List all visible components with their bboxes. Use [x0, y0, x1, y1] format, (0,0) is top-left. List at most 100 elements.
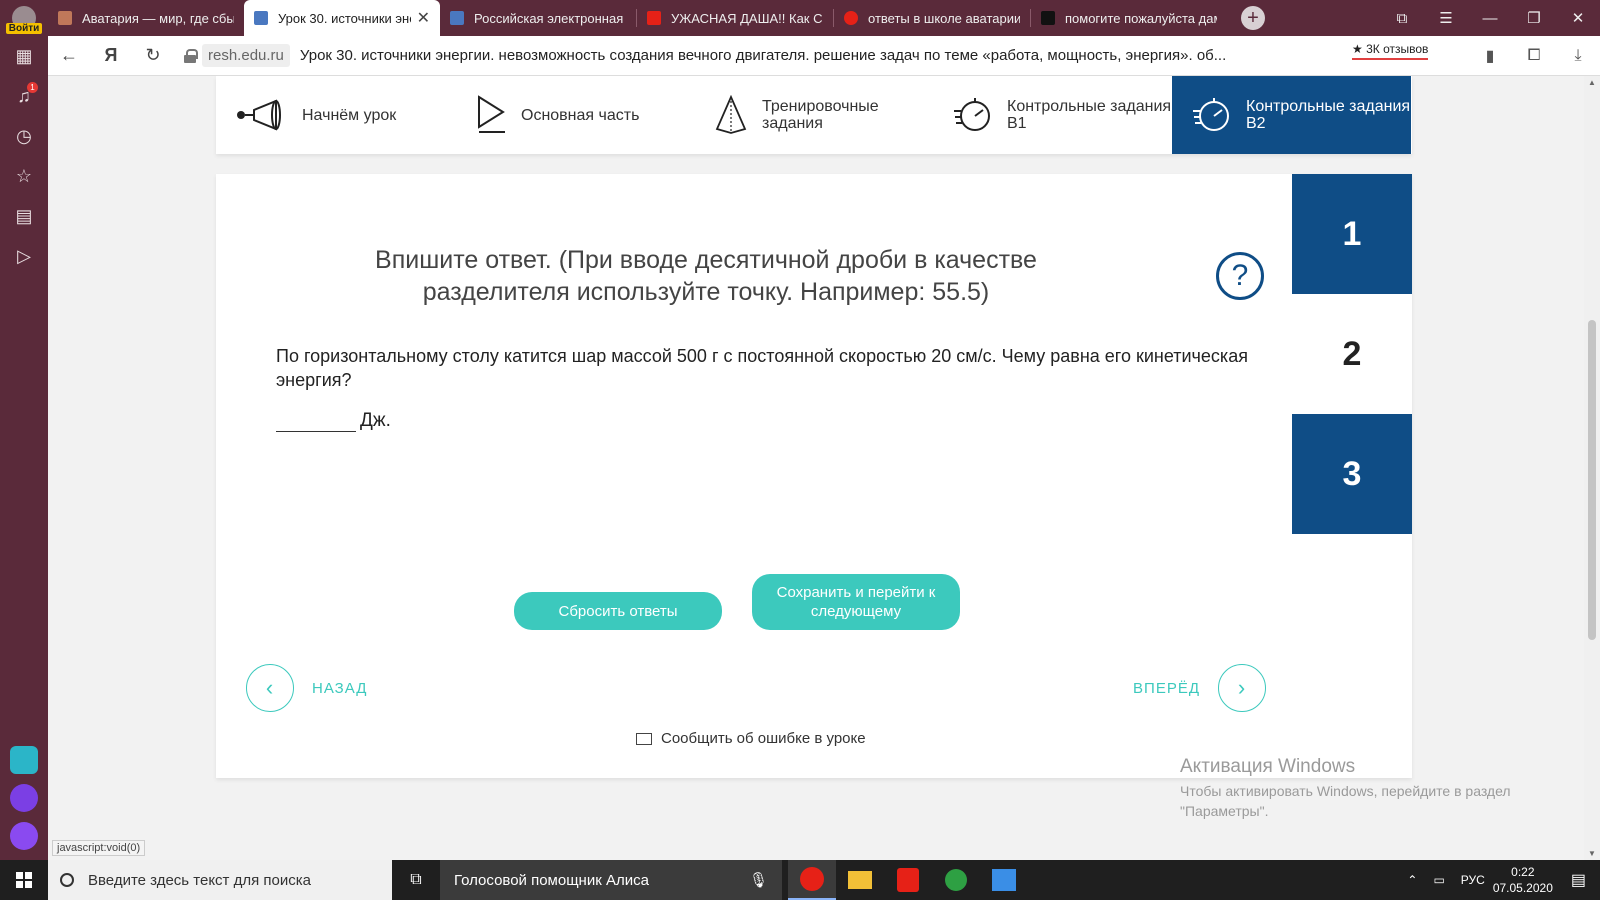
yandex-favicon-icon — [844, 11, 858, 25]
avatar-favicon-icon — [58, 11, 72, 25]
file-explorer-taskbar-icon[interactable] — [836, 860, 884, 900]
back-link[interactable]: ‹ НАЗАД — [246, 664, 367, 712]
page-content: Начнём урок Основная часть Тренировочные… — [48, 76, 1584, 860]
alice-label: Голосовой помощник Алиса — [454, 871, 649, 889]
status-url: javascript:void(0) — [52, 840, 146, 856]
photos-taskbar-icon[interactable] — [980, 860, 1028, 900]
back-label: НАЗАД — [312, 679, 368, 697]
stopwatch-icon — [1193, 98, 1229, 131]
reload-icon[interactable]: ↻ — [132, 45, 174, 66]
protect-icon[interactable]: ⧠ — [1512, 47, 1556, 65]
question-3-button[interactable]: 3 — [1292, 414, 1412, 534]
tab-resh[interactable]: Российская электронная ш — [440, 0, 636, 36]
microphone-icon[interactable]: 🎙 — [749, 871, 768, 889]
tab-yandex[interactable]: ответы в школе аватарии — [834, 0, 1030, 36]
forward-link[interactable]: ВПЕРЁД › — [1133, 664, 1266, 712]
help-icon[interactable]: ? — [1216, 252, 1264, 300]
nav-main-part[interactable]: Основная часть — [455, 76, 694, 154]
tab-label: Урок 30. источники эне — [278, 10, 411, 26]
start-button[interactable] — [0, 860, 48, 900]
scroll-down-icon[interactable]: ▼ — [1588, 849, 1596, 858]
save-next-button[interactable]: Сохранить и перейти к следующему — [752, 574, 960, 630]
report-error-link[interactable]: Сообщить об ошибке в уроке — [636, 730, 866, 747]
youtube-favicon-icon — [647, 11, 661, 25]
nav-control-b2[interactable]: Контрольные задания В2 — [1172, 76, 1411, 154]
system-clock[interactable]: 0:22 07.05.2020 — [1493, 864, 1553, 896]
messenger-app-icon[interactable] — [10, 746, 38, 774]
network-icon[interactable]: ▭ — [1433, 873, 1444, 887]
scrollbar-thumb[interactable] — [1588, 320, 1596, 640]
restore-icon[interactable]: ❐ — [1512, 9, 1556, 27]
collections-icon[interactable]: ▤ — [0, 196, 48, 236]
question-navigator: 1 2 3 — [1292, 174, 1412, 534]
lock-icon — [184, 48, 198, 63]
answer-input[interactable] — [276, 408, 356, 432]
alice-voice-assistant[interactable]: Голосовой помощник Алиса 🎙 — [440, 860, 782, 900]
yandex-taskbar-icon[interactable] — [884, 860, 932, 900]
nav-start-lesson[interactable]: Начнём урок — [216, 76, 455, 154]
browser-tab-bar: Войти Аватария — мир, где сбы Урок 30. и… — [0, 0, 1600, 36]
nav-label: Контрольные задания В2 — [1246, 98, 1411, 132]
task-view-icon[interactable]: ⧉ — [392, 860, 440, 900]
history-clock-icon[interactable]: ◷ — [0, 116, 48, 156]
search-placeholder: Введите здесь текст для поиска — [88, 871, 311, 889]
reviews-link[interactable]: ★ 3К отзывов — [1352, 42, 1429, 60]
znanija-favicon-icon — [1041, 11, 1055, 25]
minimize-icon[interactable]: — — [1468, 10, 1512, 27]
yandex-home-icon[interactable]: Я — [90, 45, 132, 66]
megaphone-icon — [237, 99, 281, 131]
close-tab-icon[interactable]: ✕ — [417, 8, 430, 28]
tab-lesson-active[interactable]: Урок 30. источники эне ✕ — [244, 0, 440, 36]
tab-youtube[interactable]: УЖАСНАЯ ДАША!! Как Со — [637, 0, 833, 36]
tab-avataria[interactable]: Аватария — мир, где сбы — [48, 0, 244, 36]
url-field[interactable]: resh.edu.ru Урок 30. источники энергии. … — [184, 44, 1226, 67]
activation-text: Чтобы активировать Windows, перейдите в … — [1180, 783, 1511, 819]
play-icon — [478, 95, 505, 133]
apps-grid-icon[interactable]: ▦ — [0, 36, 48, 76]
tab-label: Российская электронная ш — [474, 10, 626, 26]
clock-date: 07.05.2020 — [1492, 881, 1553, 895]
windows-activation-watermark: Активация Windows Чтобы активировать Win… — [1180, 756, 1540, 821]
clock-time: 0:22 — [1511, 865, 1535, 879]
nav-training-tasks[interactable]: Тренировочные задания — [694, 76, 933, 154]
task-card: Впишите ответ. (При вводе десятичной дро… — [216, 174, 1412, 778]
reset-answers-button[interactable]: Сбросить ответы — [514, 592, 722, 630]
assistant-app-icon[interactable] — [10, 822, 38, 850]
question-1-button[interactable]: 1 — [1292, 174, 1412, 294]
tab-label: помогите пожалуйста дам — [1065, 10, 1217, 26]
back-arrow-icon[interactable]: ← — [48, 45, 90, 66]
scroll-up-icon[interactable]: ▲ — [1588, 78, 1596, 87]
window-controls: ⧉ ☰ — ❐ ✕ — [1380, 0, 1600, 36]
new-tab-button[interactable]: + — [1241, 6, 1265, 30]
browser-sidebar: ▦ ♫ 1 ◷ ☆ ▤ ▷ — [0, 36, 48, 860]
search-icon — [60, 873, 74, 887]
answer-unit: Дж. — [360, 410, 391, 431]
tab-znanija[interactable]: помогите пожалуйста дам — [1031, 0, 1227, 36]
taskbar-search[interactable]: Введите здесь текст для поиска — [48, 860, 392, 900]
alice-app-icon[interactable] — [10, 784, 38, 812]
nav-control-b1[interactable]: Контрольные задания В1 — [933, 76, 1172, 154]
profile-button[interactable]: Войти — [0, 0, 48, 36]
page-scrollbar[interactable]: ▲ ▼ — [1584, 76, 1600, 860]
close-window-icon[interactable]: ✕ — [1556, 9, 1600, 27]
tray-chevron-up-icon[interactable]: ⌃ — [1407, 873, 1417, 887]
bookmarks-panel-icon[interactable]: ⧉ — [1380, 10, 1424, 27]
media-play-icon[interactable]: ▷ — [0, 236, 48, 276]
question-text: По горизонтальному столу катится шар мас… — [276, 346, 1248, 390]
bookmark-icon[interactable]: ▮ — [1468, 46, 1512, 66]
language-indicator[interactable]: РУС — [1461, 873, 1485, 887]
forward-label: ВПЕРЁД — [1133, 679, 1200, 697]
notifications-center-icon[interactable]: ▤ — [1571, 870, 1586, 890]
yandex-browser-taskbar-icon[interactable] — [788, 860, 836, 900]
question-2-button[interactable]: 2 — [1292, 294, 1412, 414]
menu-icon[interactable]: ☰ — [1424, 9, 1468, 27]
activation-title: Активация Windows — [1180, 756, 1356, 777]
chevron-left-icon: ‹ — [246, 664, 294, 712]
downloads-icon[interactable]: ⤓ — [1556, 47, 1600, 65]
favorites-star-icon[interactable]: ☆ — [0, 156, 48, 196]
tab-label: УЖАСНАЯ ДАША!! Как Со — [671, 10, 823, 26]
game-taskbar-icon[interactable] — [932, 860, 980, 900]
nav-label: Основная часть — [521, 106, 640, 124]
lesson-navigation: Начнём урок Основная часть Тренировочные… — [216, 76, 1412, 154]
notifications-bell-icon[interactable]: ♫ 1 — [0, 76, 48, 116]
